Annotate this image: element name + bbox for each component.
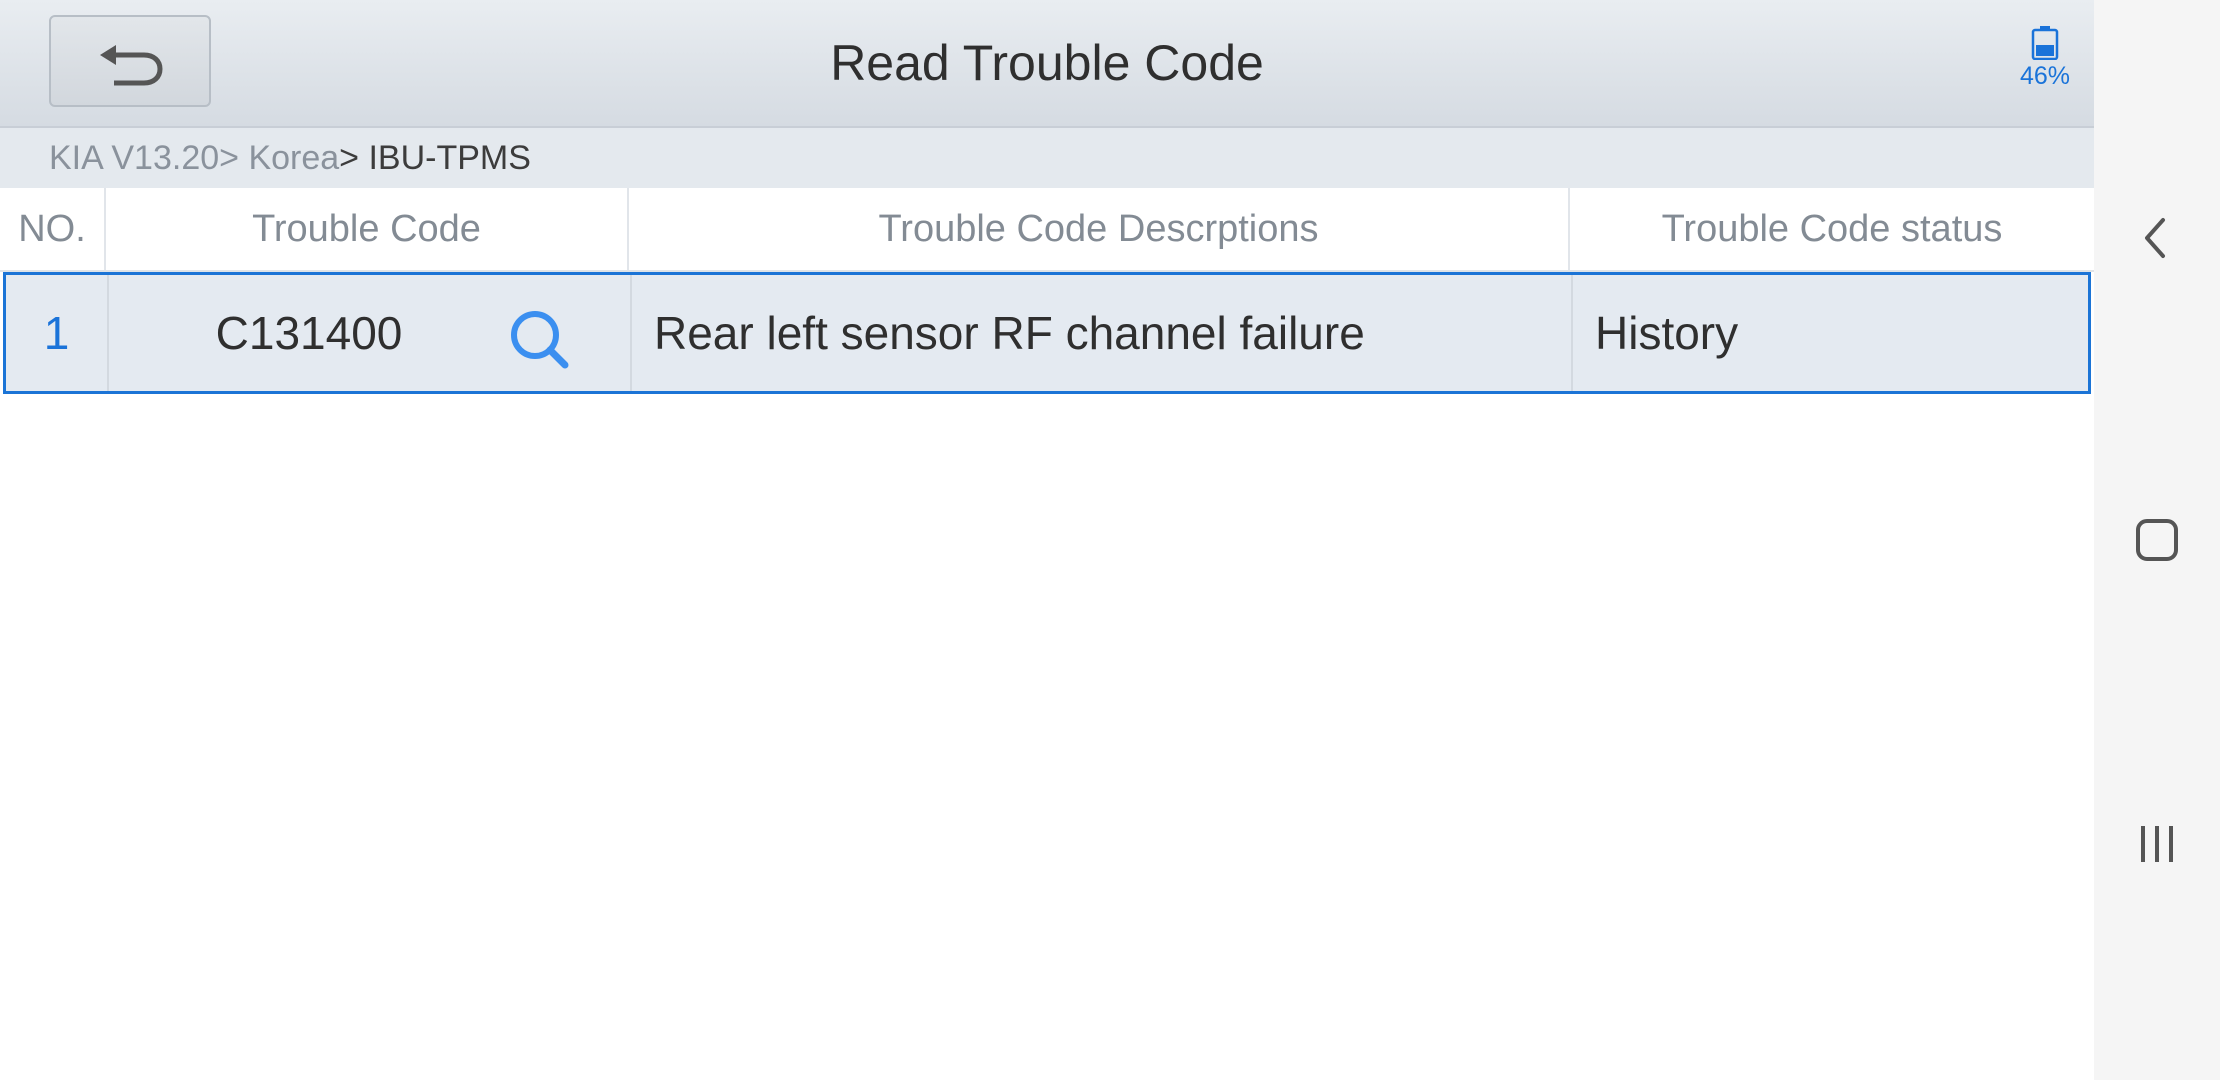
breadcrumb-item-system: > IBU-TPMS xyxy=(339,139,531,177)
table-row[interactable]: 1 C131400 Rear left sensor RF channel fa… xyxy=(3,272,2091,394)
search-icon[interactable] xyxy=(505,307,575,371)
column-header-trouble-code: Trouble Code xyxy=(106,188,629,270)
home-square-icon xyxy=(2136,519,2178,561)
column-header-description: Trouble Code Descrptions xyxy=(629,188,1570,270)
android-nav-bar xyxy=(2094,0,2220,1080)
column-header-no: NO. xyxy=(0,188,106,270)
row-description: Rear left sensor RF channel failure xyxy=(632,275,1573,391)
battery-percent: 46% xyxy=(2019,62,2071,90)
breadcrumb-item-region: > Korea xyxy=(219,139,340,177)
row-trouble-code: C131400 xyxy=(215,307,403,359)
header-bar: Read Trouble Code 46% xyxy=(0,0,2094,128)
nav-back-button[interactable] xyxy=(2127,208,2187,268)
app-window: Read Trouble Code 46% KIA V13.20> Korea>… xyxy=(0,0,2094,1080)
nav-recents-button[interactable] xyxy=(2127,814,2187,874)
nav-home-button[interactable] xyxy=(2127,510,2187,570)
back-arrow-icon xyxy=(100,45,163,86)
trouble-code-table: NO. Trouble Code Trouble Code Descrption… xyxy=(0,188,2094,394)
row-number: 1 xyxy=(6,275,109,391)
table-header: NO. Trouble Code Trouble Code Descrption… xyxy=(0,188,2094,272)
breadcrumb-item-vehicle: KIA V13.20 xyxy=(49,139,220,177)
chevron-left-icon xyxy=(2145,218,2165,258)
breadcrumb: KIA V13.20> Korea> IBU-TPMS xyxy=(0,128,2094,188)
page-title: Read Trouble Code xyxy=(830,35,1264,91)
battery-icon xyxy=(2031,26,2059,60)
battery-indicator: 46% xyxy=(2010,26,2080,91)
row-trouble-code-cell: C131400 xyxy=(109,275,632,391)
column-header-status: Trouble Code status xyxy=(1661,208,2003,250)
row-status: History xyxy=(1595,307,1739,359)
back-button[interactable] xyxy=(49,15,211,107)
recents-icon xyxy=(2141,826,2173,862)
